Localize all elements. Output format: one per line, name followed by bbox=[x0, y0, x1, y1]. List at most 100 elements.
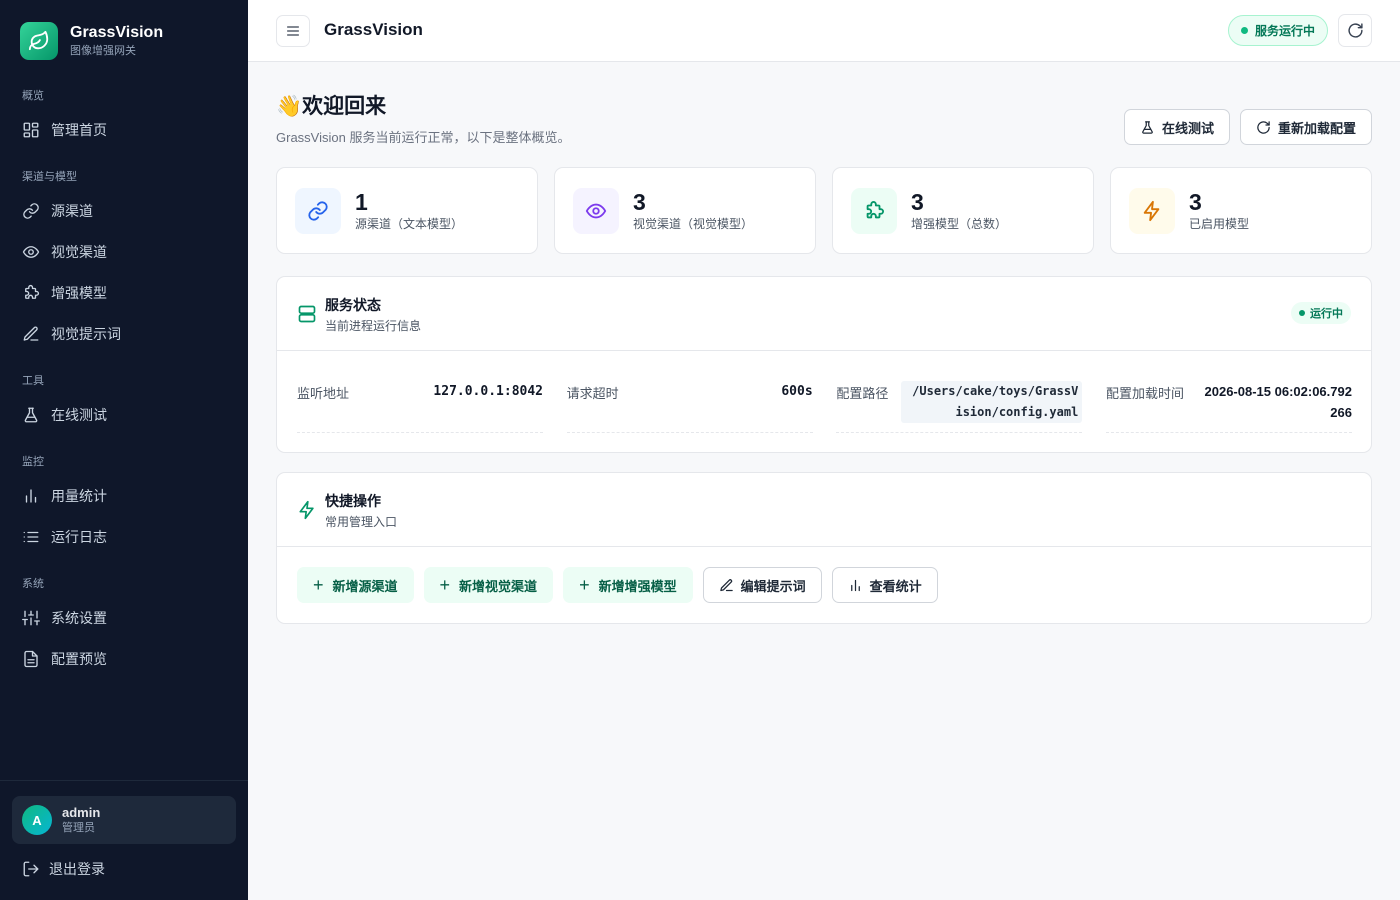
sidebar-item-vision-prompt[interactable]: 视觉提示词 bbox=[0, 314, 248, 354]
stat-label: 已启用模型 bbox=[1189, 216, 1250, 231]
logout-label: 退出登录 bbox=[49, 861, 105, 877]
sidebar-item-label: 视觉提示词 bbox=[51, 326, 121, 342]
sidebar-item-system-settings[interactable]: 系统设置 bbox=[0, 598, 248, 638]
add-enhance-model-button[interactable]: + 新增增强模型 bbox=[563, 567, 693, 603]
field-value: /Users/cake/toys/GrassVision/config.yaml bbox=[901, 381, 1083, 423]
sidebar-item-enhance-model[interactable]: 增强模型 bbox=[0, 273, 248, 313]
hamburger-icon bbox=[287, 26, 299, 36]
field-value: 127.0.0.1:8042 bbox=[433, 384, 543, 399]
user-card[interactable]: A admin 管理员 bbox=[12, 796, 236, 844]
header-actions: 在线测试 重新加载配置 bbox=[1114, 109, 1372, 145]
field-label: 配置路径 bbox=[836, 386, 889, 401]
panel-title: 快捷操作 bbox=[325, 493, 381, 509]
list-icon bbox=[23, 531, 39, 543]
link-icon bbox=[23, 203, 39, 219]
quick-actions: + 新增源渠道 + 新增视觉渠道 + 新增增强模型 编辑提示词 查看统计 bbox=[297, 567, 948, 603]
reload-config-button[interactable]: 重新加载配置 bbox=[1239, 109, 1372, 145]
service-status-badge: 服务运行中 bbox=[1227, 15, 1328, 46]
brand[interactable]: GrassVision 图像增强网关 bbox=[20, 22, 163, 60]
logout-icon bbox=[23, 861, 39, 877]
field-request-timeout: 请求超时 600s bbox=[566, 381, 813, 433]
welcome-subtitle: GrassVision 服务当前运行正常，以下是整体概览。 bbox=[276, 130, 571, 145]
brand-subtitle: 图像增强网关 bbox=[70, 45, 136, 57]
refresh-button[interactable] bbox=[1338, 14, 1372, 47]
nav-section-system: 系统 bbox=[22, 578, 44, 590]
stat-card-vision-channels: 3 视觉渠道（视觉模型） bbox=[554, 167, 816, 254]
stat-value: 3 bbox=[1189, 188, 1202, 215]
field-value: 2026-08-15 06:02:06.792266 bbox=[1204, 384, 1352, 420]
puzzle-icon bbox=[25, 284, 40, 299]
logout-button[interactable]: 退出登录 bbox=[22, 859, 105, 879]
sidebar-item-usage-stats[interactable]: 用量统计 bbox=[0, 476, 248, 516]
stat-card-enabled-models: 3 已启用模型 bbox=[1110, 167, 1372, 254]
bar-chart-icon bbox=[850, 579, 860, 591]
quick-actions-panel: 快捷操作 常用管理入口 + 新增源渠道 + 新增视觉渠道 + 新增增强模型 编辑… bbox=[276, 472, 1372, 624]
service-status-panel: 服务状态 当前进程运行信息 运行中 监听地址 127.0.0.1:8042 请求… bbox=[276, 276, 1372, 453]
status-dot-icon bbox=[1240, 27, 1248, 34]
leaf-logo-icon bbox=[20, 22, 58, 60]
sidebar-item-label: 运行日志 bbox=[51, 529, 107, 545]
sidebar-item-label: 源渠道 bbox=[51, 203, 93, 219]
file-icon bbox=[24, 650, 38, 668]
plus-icon: + bbox=[439, 575, 451, 595]
pencil-icon bbox=[23, 326, 39, 341]
sidebar-nav: 概览 管理首页 渠道与模型 源渠道 视觉渠道 增强模型 视觉提示词 工具 在线测… bbox=[0, 80, 248, 680]
avatar: A bbox=[22, 805, 52, 835]
add-source-channel-button[interactable]: + 新增源渠道 bbox=[297, 567, 414, 603]
sidebar-item-source-channel[interactable]: 源渠道 bbox=[0, 191, 248, 231]
menu-toggle-button[interactable] bbox=[276, 15, 310, 47]
sidebar-item-vision-channel[interactable]: 视觉渠道 bbox=[0, 232, 248, 272]
online-test-button[interactable]: 在线测试 bbox=[1123, 109, 1230, 145]
panel-subtitle: 常用管理入口 bbox=[325, 515, 398, 529]
sidebar-item-label: 系统设置 bbox=[51, 610, 107, 626]
dashboard-icon bbox=[23, 122, 39, 138]
sidebar-item-label: 配置预览 bbox=[51, 651, 107, 667]
sidebar-item-label: 在线测试 bbox=[51, 407, 107, 423]
sidebar-item-label: 视觉渠道 bbox=[51, 244, 107, 260]
flask-icon bbox=[1142, 120, 1153, 134]
plus-icon: + bbox=[313, 575, 324, 595]
button-label: 新增视觉渠道 bbox=[459, 578, 538, 594]
field-label: 配置加载时间 bbox=[1105, 386, 1184, 401]
edit-prompt-button[interactable]: 编辑提示词 bbox=[702, 567, 822, 603]
bolt-icon bbox=[299, 500, 314, 520]
add-vision-channel-button[interactable]: + 新增视觉渠道 bbox=[423, 567, 554, 603]
field-label: 监听地址 bbox=[297, 386, 350, 401]
stat-label: 源渠道（文本模型） bbox=[355, 216, 464, 231]
sidebar-footer: A admin 管理员 退出登录 bbox=[0, 780, 248, 900]
button-label: 新增增强模型 bbox=[598, 578, 677, 594]
sidebar: GrassVision 图像增强网关 概览 管理首页 渠道与模型 源渠道 视觉渠… bbox=[0, 0, 248, 900]
sidebar-item-dashboard[interactable]: 管理首页 bbox=[0, 110, 248, 150]
server-icon bbox=[298, 305, 316, 323]
status-dot-icon bbox=[1299, 310, 1305, 316]
stat-value: 3 bbox=[911, 188, 924, 215]
view-stats-button[interactable]: 查看统计 bbox=[831, 567, 938, 603]
panel-header: 服务状态 当前进程运行信息 运行中 bbox=[277, 277, 1371, 351]
panel-title: 服务状态 bbox=[325, 297, 381, 313]
nav-section-tools: 工具 bbox=[22, 375, 44, 387]
panel-subtitle: 当前进程运行信息 bbox=[325, 319, 422, 333]
stat-card-enhance-models: 3 增强模型（总数） bbox=[832, 167, 1094, 254]
running-badge-label: 运行中 bbox=[1310, 308, 1343, 320]
stat-label: 增强模型（总数） bbox=[911, 216, 1008, 231]
field-listen-address: 监听地址 127.0.0.1:8042 bbox=[297, 381, 543, 433]
sidebar-item-label: 增强模型 bbox=[51, 285, 107, 301]
sidebar-item-config-preview[interactable]: 配置预览 bbox=[0, 639, 248, 679]
sidebar-item-run-log[interactable]: 运行日志 bbox=[0, 517, 248, 557]
stat-card-source-channels: 1 源渠道（文本模型） bbox=[276, 167, 538, 254]
field-config-load-time: 配置加载时间 2026-08-15 06:02:06.792266 bbox=[1105, 381, 1352, 433]
service-status-label: 服务运行中 bbox=[1254, 24, 1315, 38]
sidebar-item-online-test[interactable]: 在线测试 bbox=[0, 395, 248, 435]
link-icon bbox=[295, 187, 341, 234]
panel-header: 快捷操作 常用管理入口 bbox=[277, 473, 1371, 547]
field-label: 请求超时 bbox=[566, 386, 619, 401]
plus-icon: + bbox=[579, 575, 590, 595]
page-title: GrassVision bbox=[324, 20, 423, 39]
stat-value: 3 bbox=[633, 188, 646, 215]
field-value: 600s bbox=[781, 384, 813, 399]
welcome-heading: 👋欢迎回来 bbox=[276, 95, 387, 118]
topbar: GrassVision 服务运行中 bbox=[248, 0, 1400, 62]
service-fields: 监听地址 127.0.0.1:8042 请求超时 600s 配置路径 /User… bbox=[297, 381, 1352, 433]
sidebar-item-label: 管理首页 bbox=[51, 122, 107, 138]
eye-icon bbox=[22, 246, 40, 258]
